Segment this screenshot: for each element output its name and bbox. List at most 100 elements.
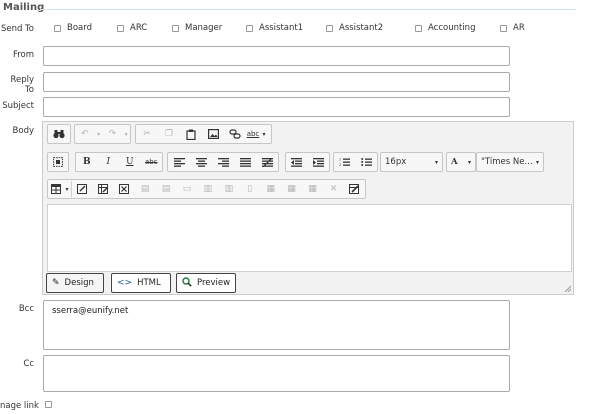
subject-label: Subject <box>2 101 34 111</box>
insert-column-right-icon[interactable]: ▥ <box>218 180 239 198</box>
ordered-list-icon[interactable]: 12 <box>334 153 356 171</box>
preview-mode-label: Preview <box>197 278 231 288</box>
assistant1-checkbox[interactable] <box>246 24 253 32</box>
insert-row-above-icon[interactable]: ▤ <box>135 180 156 198</box>
image-icon[interactable] <box>202 125 224 143</box>
send-to-assistant2[interactable]: Assistant2 <box>326 22 383 34</box>
select-all-icon[interactable] <box>48 153 68 171</box>
from-label: From <box>12 50 34 60</box>
send-to-arc[interactable]: ARC <box>117 22 147 34</box>
underline-icon[interactable]: U <box>119 153 141 171</box>
send-to-ar[interactable]: AR <box>500 22 525 34</box>
table-dropdown-icon[interactable]: ▾ <box>63 180 71 198</box>
assistant2-checkbox[interactable] <box>326 24 333 32</box>
cc-input[interactable] <box>43 355 510 392</box>
accounting-label: Accounting <box>428 23 476 33</box>
resize-grip-icon[interactable] <box>563 284 572 293</box>
accounting-checkbox[interactable] <box>415 24 422 32</box>
reply-to-input[interactable] <box>43 72 510 92</box>
font-name-value: "Times Ne... <box>481 157 533 167</box>
ar-label: AR <box>513 23 525 33</box>
font-name-dropdown-icon: ▾ <box>535 158 539 166</box>
arc-label: ARC <box>130 23 148 33</box>
html-mode-label: HTML <box>137 278 161 288</box>
svg-text:1: 1 <box>339 158 341 162</box>
insert-column-left-icon[interactable]: ▥ <box>197 180 218 198</box>
html-mode-button[interactable]: <> HTML <box>111 273 171 293</box>
send-to-manager[interactable]: Manager <box>172 22 222 34</box>
list-group: 12 <box>333 152 378 172</box>
body-text-area[interactable] <box>47 204 572 272</box>
strikethrough-icon[interactable]: abc <box>141 153 163 171</box>
bold-icon[interactable]: B <box>76 153 98 171</box>
paste-icon[interactable] <box>180 125 202 143</box>
design-mode-button[interactable]: ✎ Design <box>46 273 104 293</box>
preview-mode-button[interactable]: Preview <box>176 273 236 293</box>
italic-icon[interactable]: I <box>98 153 120 171</box>
undo-dropdown-icon[interactable]: ▾ <box>95 125 103 143</box>
select-all-group <box>47 152 69 172</box>
text-style-group: B I U abc <box>75 152 163 172</box>
svg-text:2: 2 <box>339 163 341 167</box>
board-label: Board <box>67 23 92 33</box>
cc-label: Cc <box>23 359 34 369</box>
assistant2-label: Assistant2 <box>339 23 384 33</box>
board-checkbox[interactable] <box>54 24 61 32</box>
arc-checkbox[interactable] <box>117 24 124 32</box>
font-color-select[interactable]: A ▾ <box>446 152 476 172</box>
font-size-dropdown-icon: ▾ <box>434 158 438 166</box>
manager-checkbox[interactable] <box>172 24 179 32</box>
split-cells-icon[interactable]: ▦ <box>281 180 302 198</box>
send-to-assistant1[interactable]: Assistant1 <box>246 22 303 34</box>
font-name-select[interactable]: "Times Ne... ▾ <box>476 152 544 172</box>
clipboard-group: ✂ ❐ abc ▾ <box>135 124 272 144</box>
link-icon[interactable] <box>224 125 246 143</box>
table-icon[interactable] <box>48 180 63 198</box>
cut-icon[interactable]: ✂ <box>136 125 158 143</box>
copy-icon[interactable]: ❐ <box>158 125 180 143</box>
remove-format-icon[interactable] <box>256 153 278 171</box>
design-mode-label: Design <box>64 278 94 288</box>
merge-cells-icon[interactable]: ▦ <box>260 180 281 198</box>
spellcheck-icon[interactable]: abc <box>246 125 260 143</box>
redo-dropdown-icon[interactable]: ▾ <box>122 125 130 143</box>
alignment-group <box>167 152 279 172</box>
reply-to-label: Reply To <box>10 75 34 95</box>
bcc-input[interactable]: sserra@eunify.net <box>43 300 510 350</box>
undo-icon[interactable]: ↶ <box>75 125 95 143</box>
binoculars-icon[interactable] <box>48 125 70 143</box>
pencil-icon: ✎ <box>52 278 60 288</box>
outdent-icon[interactable] <box>286 153 308 171</box>
from-input[interactable] <box>43 46 510 66</box>
justify-icon[interactable] <box>234 153 256 171</box>
spellcheck-dropdown-icon[interactable]: ▾ <box>260 125 268 143</box>
indent-icon[interactable] <box>308 153 330 171</box>
cell-properties-icon[interactable] <box>93 180 114 198</box>
redo-icon[interactable]: ↷ <box>103 125 123 143</box>
section-title: Mailing <box>3 2 45 13</box>
align-right-icon[interactable] <box>212 153 234 171</box>
image-link-label: nage link <box>0 401 39 411</box>
ar-checkbox[interactable] <box>500 24 507 32</box>
send-to-board[interactable]: Board <box>54 22 92 34</box>
font-size-select[interactable]: 16px ▾ <box>380 152 443 172</box>
bullet-list-icon[interactable] <box>356 153 378 171</box>
align-left-icon[interactable] <box>168 153 190 171</box>
image-link-checkbox[interactable] <box>45 401 52 408</box>
cell-border-icon[interactable]: ▦ <box>302 180 323 198</box>
code-icon: <> <box>117 278 133 288</box>
send-to-accounting[interactable]: Accounting <box>415 22 475 34</box>
edit-cell-icon[interactable] <box>344 180 365 198</box>
delete-table-icon[interactable] <box>114 180 135 198</box>
table-properties-icon[interactable] <box>72 180 93 198</box>
font-color-icon: A <box>451 157 458 167</box>
delete-column-icon[interactable]: ▯ <box>239 180 260 198</box>
delete-row-icon[interactable]: ▭ <box>176 180 197 198</box>
clear-cell-icon[interactable]: ✕ <box>323 180 344 198</box>
insert-row-below-icon[interactable]: ▤ <box>156 180 177 198</box>
align-center-icon[interactable] <box>190 153 212 171</box>
font-size-value: 16px <box>385 157 407 167</box>
bcc-label: Bcc <box>18 304 34 314</box>
subject-input[interactable] <box>43 97 510 117</box>
history-group: ↶ ▾ ↷ ▾ <box>74 124 131 144</box>
